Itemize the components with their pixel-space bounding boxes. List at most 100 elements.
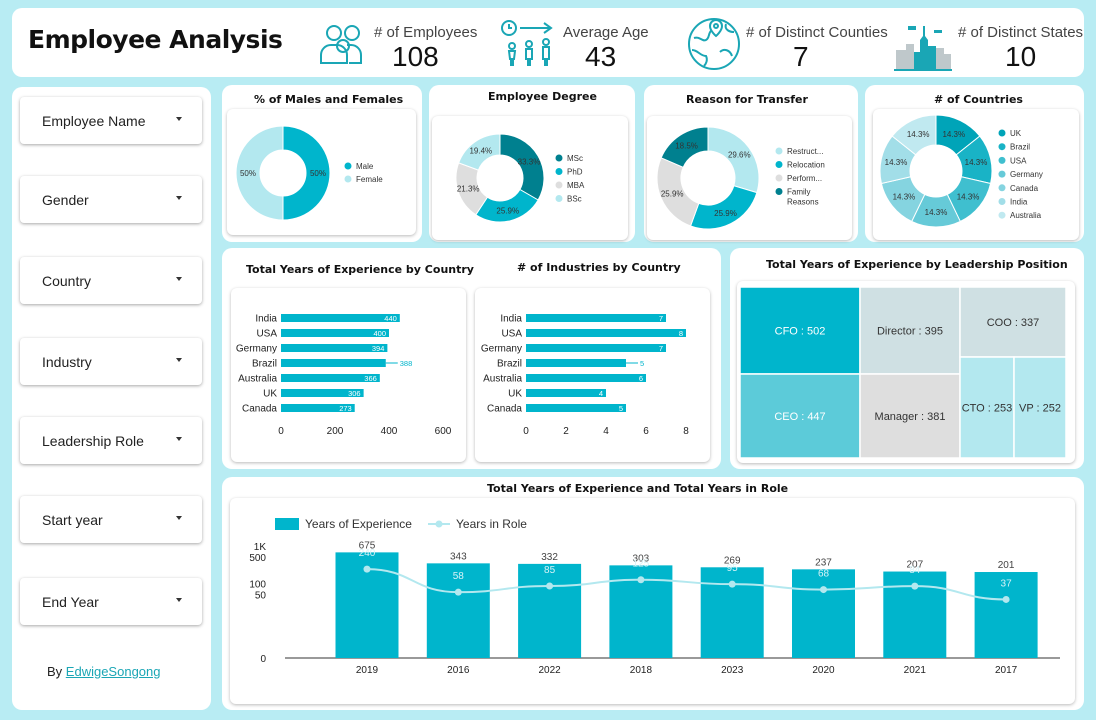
x-tick-label: 2021 [904,665,927,676]
line-value-label: 125 [633,559,650,570]
category-label: USA [501,329,522,340]
legend-label: Restruct... [787,147,823,156]
filter-start-year[interactable]: Start year [20,496,202,543]
filter-gender[interactable]: Gender [20,176,202,223]
line-point [637,576,645,584]
x-tick-label: 2020 [812,665,835,676]
category-label: UK [263,389,277,400]
card-leadership: CFO : 502 CEO : 447 Director : 395 Manager … [737,281,1075,463]
chart-title-gender: % of Males and Females [254,93,404,106]
pie-slice [707,126,760,194]
bar [518,563,582,658]
slice-label: 14.3% [893,193,916,202]
legend-label: Relocation [787,161,825,170]
data-label: 366 [364,374,377,383]
filter-leadership-role[interactable]: Leadership Role [20,417,202,464]
chart-transfer: 29.6% 25.9% 25.9% 18.5% Restruct... Relocatio… [656,126,825,230]
treemap-label: CFO : 502 [775,326,826,338]
card-countries: 14.3% 14.3% 14.3% 14.3% 14.3% 14.3% 14.3% UK Bra… [873,109,1079,240]
line-value-label: 95 [727,563,739,574]
data-label: 400 [373,329,386,338]
line-value-label: 58 [453,571,465,582]
filter-label: Leadership Role [42,433,144,449]
legend-dot [555,181,563,189]
category-label: USA [256,329,277,340]
chart-exp-country: India 440 USA 400 Germany 394 Brazil 388 Austral… [236,314,452,438]
line-point [911,582,919,590]
filter-country[interactable]: Country [20,257,202,304]
category-label: Germany [236,344,277,355]
legend-dot [555,195,563,202]
kpi-age-value: 43 [585,41,617,72]
card-exp-role: Years of Experience Years in Role 1K 500 100… [230,498,1075,704]
line-point [728,580,736,588]
x-tick-label: 2018 [630,665,653,676]
treemap-label: CEO : 447 [774,411,825,423]
legend-label: BSc [567,195,582,204]
category-label: Brazil [252,359,277,370]
slice-label: 25.9% [661,189,684,198]
city-icon [894,26,952,71]
slice-label: 21.3% [457,185,480,194]
category-label: UK [508,389,522,400]
filter-employee-name[interactable]: Employee Name [20,97,202,144]
legend-label: PhD [567,168,583,177]
y-tick-label: 100 [249,579,266,590]
chart-gender: 50% 50% Male Female [235,125,383,221]
panel-leadership: Total Years of Experience by Leadership … [730,248,1084,469]
pie-slice [499,133,545,201]
category-label: Canada [487,404,522,415]
legend-dot [775,188,783,195]
slice-label: 50% [310,169,326,178]
filter-end-year[interactable]: End Year [20,578,202,625]
category-label: Germany [481,344,522,355]
legend-dot [555,154,563,162]
tick-label: 2 [563,426,569,437]
panel-degree: Employee Degree 33.3% 25.9% 21.3% 19.4% MSc P… [429,85,635,242]
line-value-label: 240 [359,548,376,559]
legend-label: Reasons [787,198,819,207]
panel-gender: % of Males and Females 50% 50% Male Female [222,85,422,242]
category-label: Brazil [497,359,522,370]
filter-label: Employee Name [42,113,146,129]
slice-label: 50% [240,169,256,178]
tick-label: 600 [435,426,452,437]
dropdown-arrow-icon [176,516,182,520]
legend-label: MSc [567,154,583,163]
bar [281,314,400,322]
slice-label: 14.3% [925,208,948,217]
line-point [546,582,554,590]
data-label: 273 [339,404,352,413]
header-bar: Employee Analysis # of Employees 108 Ave… [12,8,1084,77]
filter-industry[interactable]: Industry [20,338,202,385]
kpi-counties-label: # of Distinct Counties [746,24,888,41]
legend-dot [344,162,352,170]
chart-leadership: CFO : 502 CEO : 447 Director : 395 Manager … [739,286,1067,459]
legend-dot [775,161,783,168]
bar [526,329,686,337]
panel-transfer: Reason for Transfer 29.6% 25.9% 25.9% 18.5%… [644,85,858,242]
chart-countries: 14.3% 14.3% 14.3% 14.3% 14.3% 14.3% 14.3% UK Bra… [879,114,1043,228]
line-value-label: 84 [909,565,921,576]
legend-label: Years in Role [456,517,527,531]
legend-dot [998,198,1006,205]
y-tick-label: 50 [255,591,267,602]
line-value-label: 37 [1001,578,1013,589]
slice-label: 18.5% [675,141,698,150]
author-link[interactable]: EdwigeSongong [66,664,161,679]
line-value-label: 85 [544,565,556,576]
kpi-counties-value: 7 [793,41,809,72]
slice-label: 14.3% [965,158,988,167]
pie-slice [689,185,758,230]
legend-label: India [1010,198,1028,207]
bar [526,389,606,397]
panel-country-bars: Total Years of Experience by Country # o… [222,248,721,469]
x-tick-label: 2019 [356,665,379,676]
legend-label: Family [787,188,811,197]
tick-label: 4 [603,426,609,437]
x-tick-label: 2017 [995,665,1018,676]
chart-title-transfer: Reason for Transfer [686,93,808,106]
slice-label: 29.6% [728,151,751,160]
chart-ind-country: India 7 USA 8 Germany 7 Brazil 5 Australia 6 UK 4 Ca… [481,314,689,438]
treemap-label: Manager : 381 [875,411,946,423]
